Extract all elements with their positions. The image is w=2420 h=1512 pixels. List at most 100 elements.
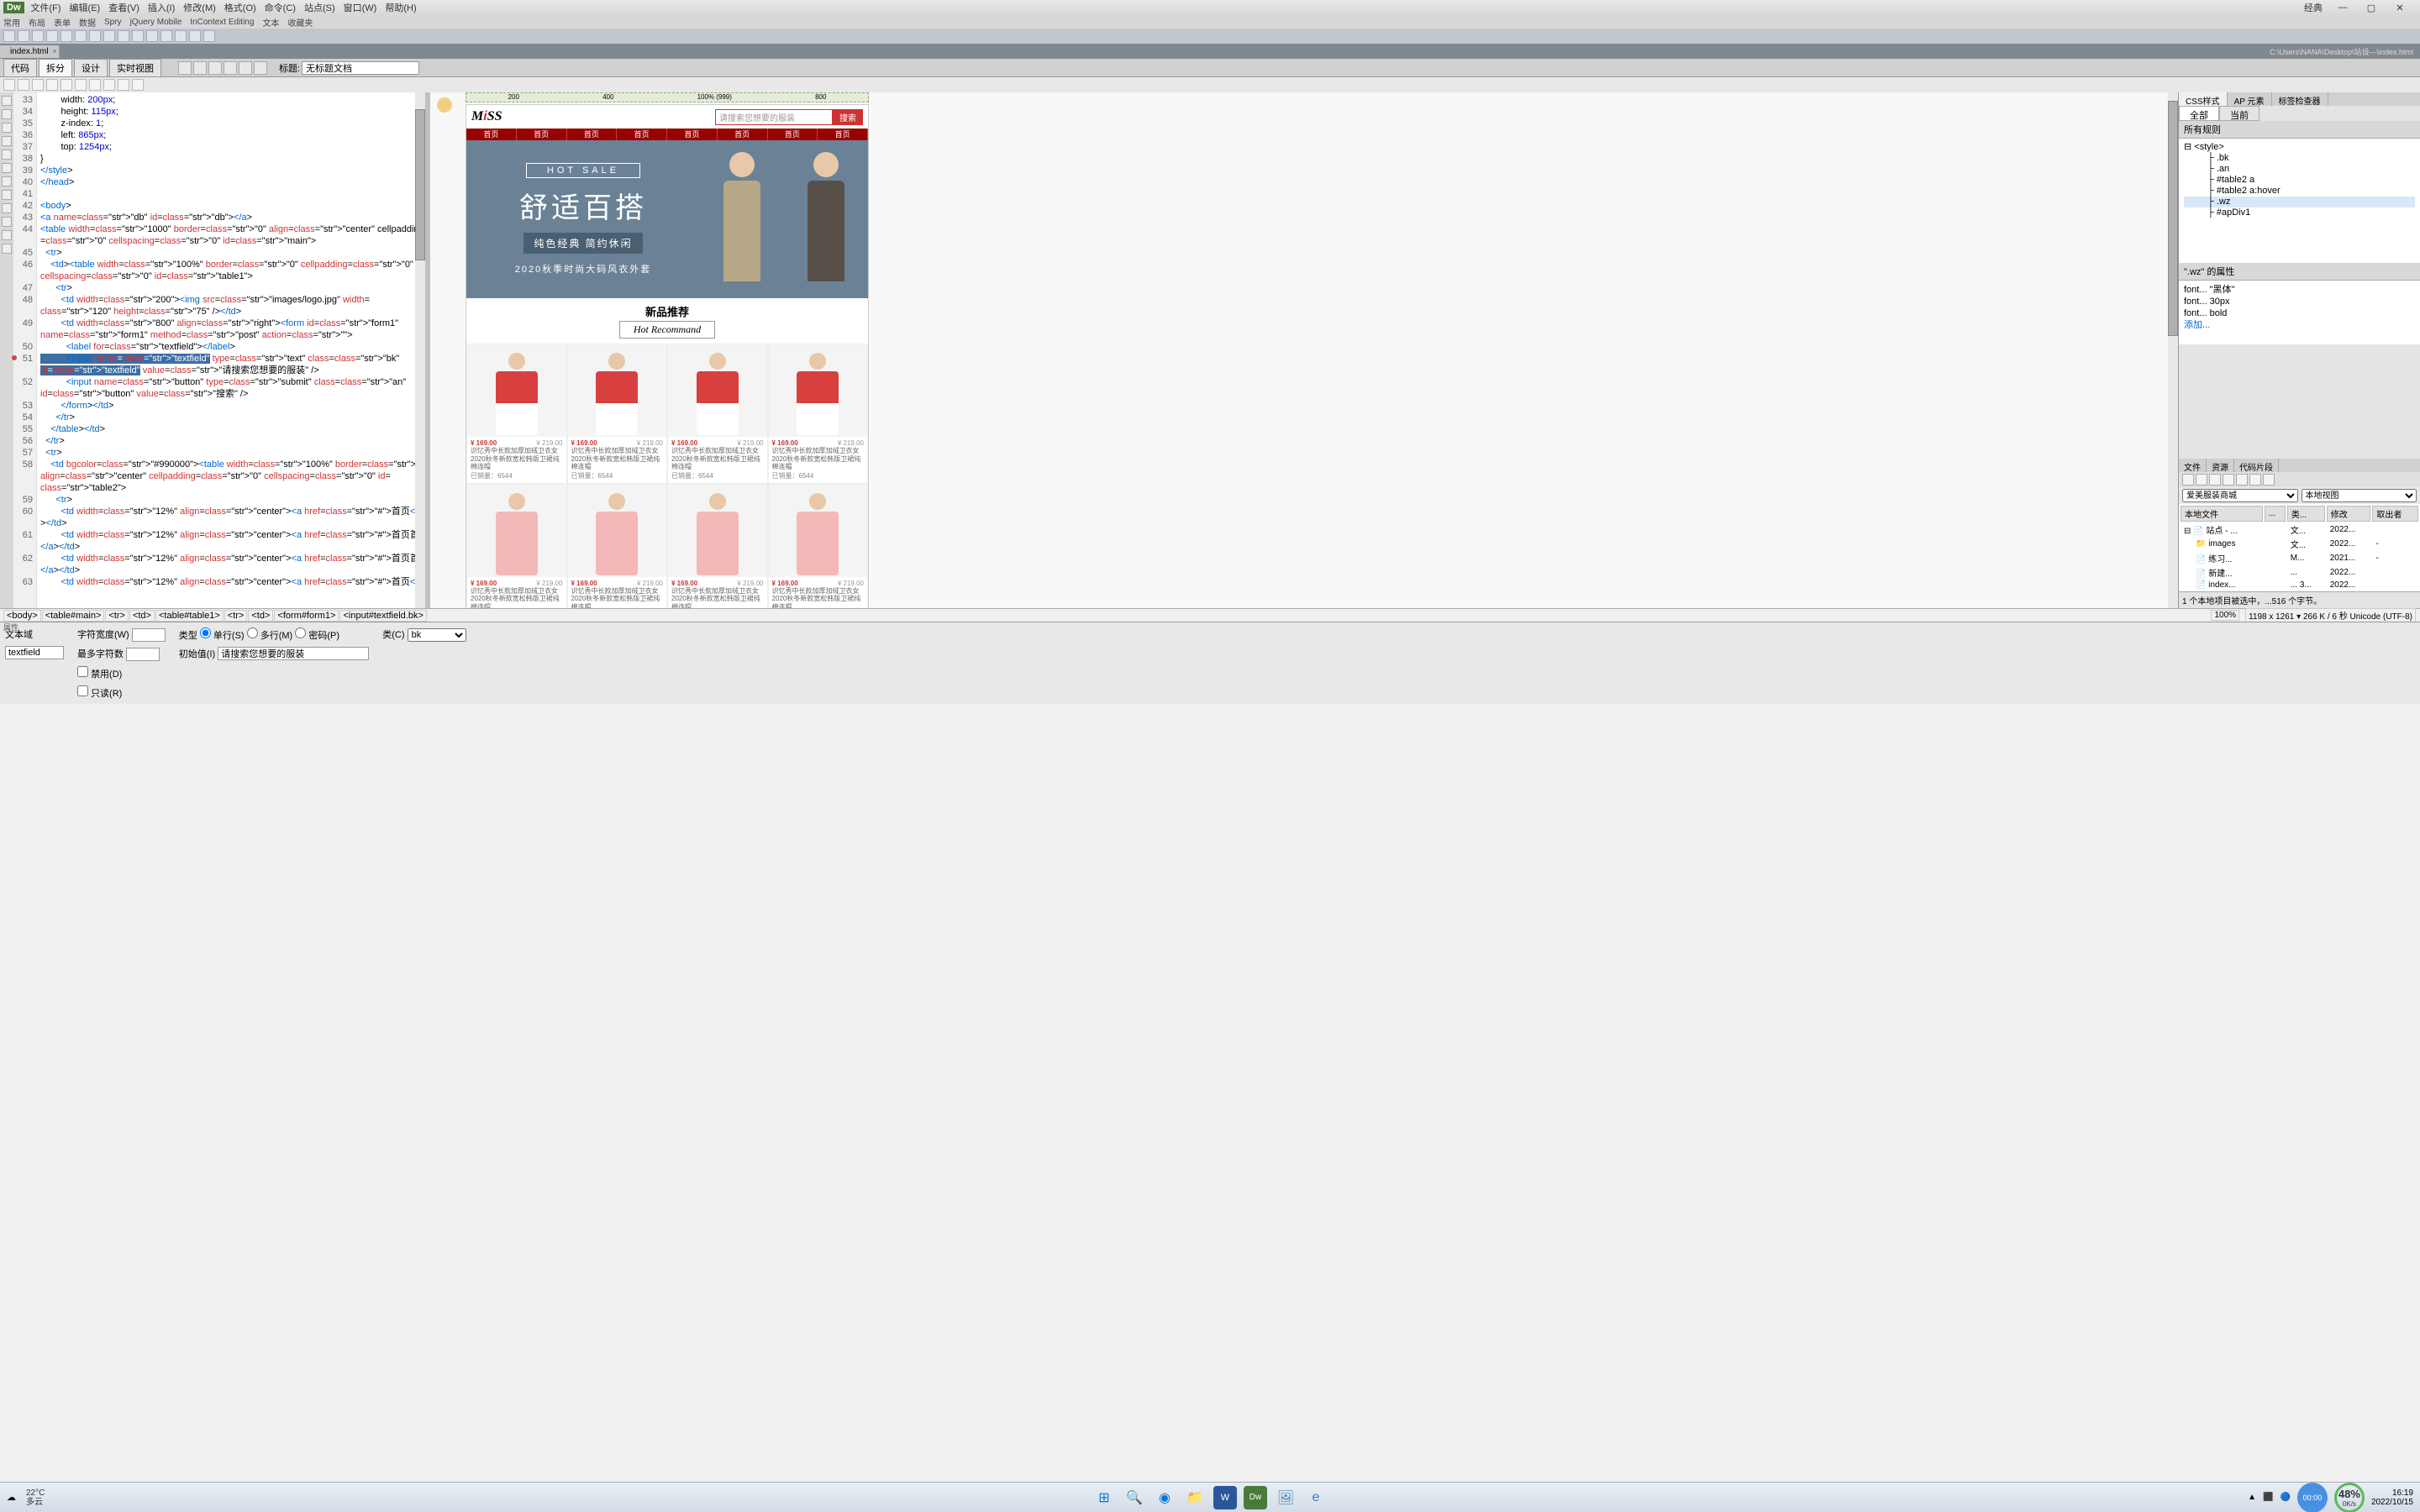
menu-help[interactable]: 帮助(H) (385, 1, 416, 14)
crumb[interactable]: <td> (248, 610, 273, 622)
crumb[interactable]: <td> (129, 610, 155, 622)
product-card[interactable]: ¥ 169.00¥ 219.00识忆秀中长款加厚加绒卫衣女2020秋冬新款宽松韩… (667, 344, 768, 484)
site-search-button[interactable]: 搜索 (833, 109, 863, 125)
file-tool-icon[interactable] (2196, 474, 2207, 486)
panel-tab-ap[interactable]: AP 元素 (2228, 92, 2272, 106)
assets-tab[interactable]: 资源 (2207, 459, 2234, 472)
css-rule[interactable]: ├ #apDiv1 (2184, 207, 2415, 218)
close-button[interactable]: ✕ (2391, 3, 2408, 13)
tool-icon[interactable] (118, 30, 129, 42)
cat-jquery[interactable]: jQuery Mobile (130, 18, 182, 27)
code-tool-icon[interactable] (18, 79, 29, 91)
add-property-link[interactable]: 添加... (2184, 319, 2415, 331)
tool-icon[interactable] (103, 30, 115, 42)
tray-icon[interactable]: ⬛ (2263, 1493, 2273, 1502)
file-row[interactable]: ⊟ 📄 站点 - ...文...2022... (2181, 523, 2418, 536)
crumb[interactable]: <tr> (105, 610, 129, 622)
view-live[interactable]: 实时视图 (109, 59, 161, 77)
file-row[interactable]: 📁 images文...2022...- (2181, 538, 2418, 550)
minimize-button[interactable]: — (2334, 3, 2351, 13)
css-scope-all[interactable]: 全部 (2179, 106, 2219, 121)
view-design[interactable]: 设计 (74, 59, 108, 77)
explorer-icon[interactable]: 📁 (1183, 1486, 1207, 1509)
nav-link[interactable]: 首页 (466, 129, 517, 140)
view-option-icon[interactable] (239, 61, 252, 75)
product-card[interactable]: ¥ 169.00¥ 219.00识忆秀中长款加厚加绒卫衣女2020秋冬新款宽松韩… (567, 344, 668, 484)
tool-icon[interactable] (32, 30, 44, 42)
rail-icon[interactable] (2, 190, 12, 200)
cat-fav[interactable]: 收藏夹 (287, 16, 313, 29)
pi-charwidth-input[interactable] (132, 628, 166, 642)
css-rule[interactable]: ├ .bk (2184, 153, 2415, 164)
edge-icon[interactable]: ◉ (1153, 1486, 1176, 1509)
scrollbar-thumb[interactable] (2168, 101, 2178, 336)
file-tool-icon[interactable] (2182, 474, 2194, 486)
file-tool-icon[interactable] (2223, 474, 2234, 486)
snippets-tab[interactable]: 代码片段 (2234, 459, 2279, 472)
panel-tab-css[interactable]: CSS样式 (2179, 92, 2228, 106)
css-rule[interactable]: ├ #table2 a (2184, 175, 2415, 186)
rail-icon[interactable] (2, 176, 12, 186)
rail-icon[interactable] (2, 244, 12, 254)
tool-icon[interactable] (18, 30, 29, 42)
files-tab[interactable]: 文件 (2179, 459, 2207, 472)
nav-link[interactable]: 首页 (818, 129, 868, 140)
css-rule[interactable]: ⊟ <style> (2184, 142, 2415, 153)
file-tool-icon[interactable] (2249, 474, 2261, 486)
menu-site[interactable]: 站点(S) (304, 1, 335, 14)
file-tool-icon[interactable] (2209, 474, 2221, 486)
speed-widget[interactable]: 48%0K/s (2334, 1483, 2365, 1512)
code-area[interactable]: width: 200px; height: 115px; z-index: 1;… (37, 92, 415, 608)
view-code[interactable]: 代码 (3, 59, 37, 77)
tool-icon[interactable] (189, 30, 201, 42)
cat-forms[interactable]: 表单 (54, 16, 71, 29)
rail-icon[interactable] (2, 109, 12, 119)
code-tool-icon[interactable] (75, 79, 87, 91)
tool-icon[interactable] (60, 30, 72, 42)
view-option-icon[interactable] (178, 61, 192, 75)
tool-icon[interactable] (46, 30, 58, 42)
css-rule[interactable]: ├ .wz (2184, 197, 2415, 207)
menu-insert[interactable]: 插入(I) (148, 1, 175, 14)
clock[interactable]: 16:192022/10/15 (2371, 1488, 2413, 1507)
rail-icon[interactable] (2, 203, 12, 213)
rail-icon[interactable] (2, 163, 12, 173)
code-tool-icon[interactable] (32, 79, 44, 91)
weather-icon[interactable]: ☁ (7, 1492, 16, 1503)
pi-disabled[interactable]: 禁用(D) (77, 669, 122, 680)
code-scrollbar[interactable] (415, 92, 425, 608)
code-tool-icon[interactable] (46, 79, 58, 91)
rail-icon[interactable] (2, 96, 12, 106)
cat-data[interactable]: 数据 (79, 16, 96, 29)
tool-icon[interactable] (132, 30, 144, 42)
panel-tab-tag[interactable]: 标签检查器 (2272, 92, 2328, 106)
pi-class-select[interactable]: bk (408, 628, 466, 642)
code-tool-icon[interactable] (89, 79, 101, 91)
code-tool-icon[interactable] (103, 79, 115, 91)
menu-edit[interactable]: 编辑(E) (70, 1, 101, 14)
nav-link[interactable]: 首页 (567, 129, 618, 140)
file-tool-icon[interactable] (2236, 474, 2248, 486)
css-rules-tree[interactable]: ⊟ <style>├ .bk├ .an├ #table2 a├ #table2 … (2179, 139, 2420, 263)
nav-link[interactable]: 首页 (617, 129, 667, 140)
menu-modify[interactable]: 修改(M) (183, 1, 216, 14)
cat-text[interactable]: 文本 (262, 16, 279, 29)
title-input[interactable] (302, 61, 419, 75)
menu-format[interactable]: 格式(O) (224, 1, 256, 14)
layout-mode[interactable]: 经典 (2304, 1, 2323, 14)
pi-type-password[interactable]: 密码(P) (295, 631, 339, 641)
menu-view[interactable]: 查看(V) (108, 1, 139, 14)
product-card[interactable]: ¥ 169.00¥ 219.00识忆秀中长款加厚加绒卫衣女2020秋冬新款宽松韩… (667, 484, 768, 608)
nav-link[interactable]: 首页 (517, 129, 567, 140)
crumb[interactable]: <tr> (224, 610, 248, 622)
weather-info[interactable]: 22°C多云 (26, 1488, 45, 1507)
rail-icon[interactable] (2, 217, 12, 227)
css-props[interactable]: font... "黑体" font... 30px font... bold 添… (2179, 281, 2420, 344)
product-card[interactable]: ¥ 169.00¥ 219.00识忆秀中长款加厚加绒卫衣女2020秋冬新款宽松韩… (768, 484, 869, 608)
menu-commands[interactable]: 命令(C) (265, 1, 296, 14)
live-preview[interactable]: 200 400 100% (999) 800 MiSS 搜索 首页首页首页首页首… (430, 92, 2178, 608)
pi-id-input[interactable] (5, 646, 64, 659)
css-rule[interactable]: ├ #table2 a:hover (2184, 186, 2415, 197)
view-split[interactable]: 拆分 (39, 59, 72, 77)
view-option-icon[interactable] (208, 61, 222, 75)
